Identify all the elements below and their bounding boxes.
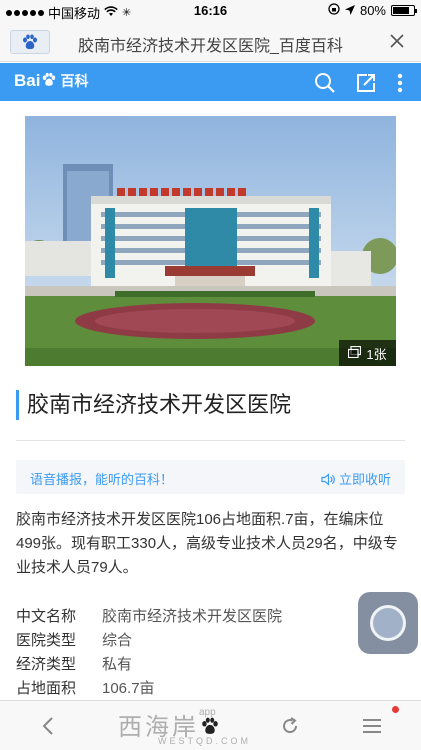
info-value: 胶南市经济技术开发区医院 (102, 608, 283, 625)
summary-paragraph: 胶南市经济技术开发区医院106占地面积.7亩，在编床位499张。现有职工330人… (16, 511, 398, 576)
status-bar: 中国移动 ✳ 16:16 80% (0, 0, 421, 21)
assistive-touch-button[interactable] (358, 592, 418, 654)
info-value: 私有 (102, 656, 133, 673)
menu-list-icon[interactable] (354, 708, 390, 744)
menu-icon[interactable] (393, 70, 407, 96)
info-key: 占地面积 (16, 680, 77, 697)
logo-text-baike: 百科 (60, 73, 89, 89)
info-key: 经济类型 (16, 656, 77, 673)
browser-toolbar: 西海岸app WESTQD.COM (0, 700, 421, 750)
back-icon[interactable] (30, 708, 66, 744)
info-key: 中文名称 (16, 608, 77, 625)
info-row: 医院类型 综合 (16, 629, 356, 653)
audio-promo-bar[interactable]: 语音播报，能听的百科！ 立即收听 (16, 460, 405, 494)
info-row: 经济类型 私有 (16, 653, 356, 677)
refresh-icon[interactable] (272, 708, 308, 744)
page-title: 胶南市经济技术开发区医院_百度百科 (78, 38, 343, 55)
audio-promo-text: 语音播报，能听的百科！ (30, 472, 174, 487)
info-value: 106.7亩 (102, 680, 155, 697)
speaker-icon (321, 473, 336, 489)
notification-dot (392, 706, 399, 713)
gallery-icon (348, 345, 362, 361)
info-row: 中文名称 胶南市经济技术开发区医院 (16, 605, 356, 629)
baidu-baike-logo[interactable]: Bai 百科 (14, 71, 88, 91)
divider (16, 440, 405, 441)
home-paw-icon[interactable] (192, 708, 228, 744)
close-icon[interactable] (379, 24, 415, 58)
info-value: 综合 (102, 632, 133, 649)
hospital-photo[interactable]: 1张 (25, 116, 396, 366)
logo-paw-icon (41, 72, 57, 90)
listen-now-label: 立即收听 (338, 472, 391, 487)
image-count: 1张 (366, 346, 387, 362)
entry-title: 胶南市经济技术开发区医院 (16, 390, 291, 420)
image-count-badge[interactable]: 1张 (339, 340, 396, 366)
share-icon[interactable] (353, 70, 379, 96)
baidu-paw-icon[interactable] (10, 30, 50, 54)
logo-text-bai: Bai (14, 71, 41, 90)
search-icon[interactable] (312, 70, 338, 96)
rotation-lock-icon (328, 3, 340, 18)
battery-icon (391, 5, 417, 16)
assistive-touch-icon (370, 605, 406, 641)
status-right: 80% (328, 3, 417, 18)
baike-header: Bai 百科 (0, 63, 421, 101)
basic-info-table: 中文名称 胶南市经济技术开发区医院 医院类型 综合 经济类型 私有 占地面积 1… (16, 605, 356, 701)
info-key: 医院类型 (16, 632, 77, 649)
info-row: 占地面积 106.7亩 (16, 677, 356, 701)
browser-title-bar: 胶南市经济技术开发区医院_百度百科 (0, 20, 421, 62)
hospital-building-illustration (25, 116, 396, 366)
listen-now-button[interactable]: 立即收听 (321, 469, 391, 489)
location-icon (344, 3, 355, 18)
battery-percent: 80% (359, 3, 386, 18)
